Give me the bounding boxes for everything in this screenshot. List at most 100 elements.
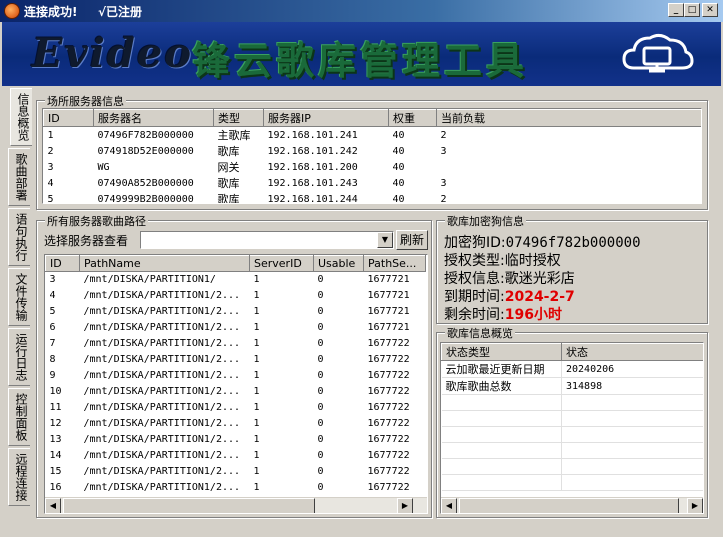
scroll-thumb[interactable] [63, 498, 315, 513]
column-header[interactable]: 类型 [213, 109, 264, 127]
scroll-right-icon[interactable]: ▶ [397, 498, 413, 513]
table-cell: 1 [253, 306, 260, 317]
path-row[interactable]: 6/mnt/DISKA/PARTITION1/2... 1 0 1677721 [46, 320, 426, 336]
auth-info-row: 授权信息:歌迷光彩店 [444, 268, 575, 288]
path-row[interactable]: 11/mnt/DISKA/PARTITION1/2... 1 0 1677722 [46, 400, 426, 416]
tab-run-log[interactable]: 运行日志 [8, 328, 30, 386]
table-cell: /mnt/DISKA/PARTITION1/2... [83, 306, 241, 317]
refresh-button[interactable]: 刷新 [396, 230, 428, 250]
table-cell: 1677722 [367, 354, 410, 365]
column-header[interactable]: PathSe... [363, 255, 426, 272]
table-cell: 40 [392, 177, 405, 189]
path-row[interactable]: 15/mnt/DISKA/PARTITION1/2... 1 0 1677722 [46, 464, 426, 480]
dongle-id-row: 加密狗ID:07496f782b000000 [444, 232, 641, 252]
column-header[interactable]: Usable [313, 255, 364, 272]
overview-table: 状态类型 状态 云加歌最近更新日期 20240206 歌库歌曲总数 314898 ◀ ▶ [440, 342, 704, 514]
server-row[interactable]: 4 07490A852B000000 歌库 192.168.101.243 40 3 [44, 175, 702, 191]
tab-sql-exec[interactable]: 语句执行 [8, 208, 30, 266]
servers-table-header: ID 服务器名 类型 服务器IP 权重 当前负载 [43, 109, 701, 127]
auth-type-value: 临时授权 [504, 253, 561, 269]
expire-label: 到期时间: [444, 289, 505, 305]
table-cell: /mnt/DISKA/PARTITION1/2... [83, 482, 241, 493]
column-header[interactable]: PathName [79, 255, 250, 272]
scroll-right-icon[interactable]: ▶ [687, 498, 703, 513]
auth-info-label: 授权信息: [444, 271, 505, 287]
table-cell: 192.168.101.243 [267, 177, 358, 189]
tab-info-overview[interactable]: 信息概览 [10, 88, 32, 146]
path-row[interactable]: 5/mnt/DISKA/PARTITION1/2... 1 0 1677721 [46, 304, 426, 320]
remain-value: 196小时 [504, 307, 562, 323]
tab-song-deploy[interactable]: 歌曲部署 [8, 148, 30, 206]
column-header[interactable]: 状态 [561, 343, 703, 361]
table-cell: 1677722 [367, 418, 410, 429]
path-row[interactable]: 13/mnt/DISKA/PARTITION1/2... 1 0 1677722 [46, 432, 426, 448]
path-row[interactable]: 14/mnt/DISKA/PARTITION1/2... 1 0 1677722 [46, 448, 426, 464]
window-title: 连接成功! [24, 5, 78, 19]
scroll-thumb[interactable] [459, 498, 679, 513]
table-cell: 5 [49, 306, 56, 317]
auth-type-row: 授权类型:临时授权 [444, 250, 561, 270]
minimize-button[interactable]: _ [668, 3, 684, 17]
table-cell: 1 [253, 434, 260, 445]
column-header[interactable]: 服务器IP [263, 109, 389, 127]
empty-cell [441, 426, 562, 443]
scroll-left-icon[interactable]: ◀ [441, 498, 457, 513]
empty-row [441, 426, 703, 443]
paths-horizontal-scrollbar[interactable]: ◀ ▶ [45, 497, 427, 513]
table-cell: 13 [49, 434, 62, 445]
path-row[interactable]: 10/mnt/DISKA/PARTITION1/2... 1 0 1677722 [46, 384, 426, 400]
table-cell: 0 [317, 402, 324, 413]
scroll-left-icon[interactable]: ◀ [45, 498, 61, 513]
table-cell: 4 [47, 177, 54, 189]
path-row[interactable]: 8/mnt/DISKA/PARTITION1/2... 1 0 1677722 [46, 352, 426, 368]
table-cell: 2 [440, 129, 447, 141]
empty-cell [561, 426, 703, 443]
overview-horizontal-scrollbar[interactable]: ◀ ▶ [441, 497, 703, 513]
column-header[interactable]: 服务器名 [93, 109, 214, 127]
path-row[interactable]: 4/mnt/DISKA/PARTITION1/2... 1 0 1677721 [46, 288, 426, 304]
table-cell: 0 [317, 466, 324, 477]
table-cell: 314898 [561, 377, 703, 395]
column-header[interactable]: ID [43, 109, 94, 127]
empty-cell [561, 410, 703, 427]
overview-row[interactable]: 歌库歌曲总数 314898 [441, 377, 703, 395]
table-cell: /mnt/DISKA/PARTITION1/2... [83, 290, 241, 301]
server-row[interactable]: 5 0749999B2B000000 歌库 192.168.101.244 40 2 [44, 191, 702, 204]
path-row[interactable]: 9/mnt/DISKA/PARTITION1/2... 1 0 1677722 [46, 368, 426, 384]
table-cell: 5 [47, 193, 54, 204]
table-cell: 主歌库 [217, 129, 251, 142]
dongle-group-title: 歌库加密狗信息 [445, 213, 526, 229]
server-row[interactable]: 3 WG 网关 192.168.101.200 40 [44, 159, 702, 175]
table-cell: 40 [392, 129, 405, 141]
path-row[interactable]: 3/mnt/DISKA/PARTITION1/1 0 1677721 [46, 272, 426, 288]
table-cell: 1 [253, 450, 260, 461]
table-cell: 2 [47, 145, 54, 157]
table-cell: 1677722 [367, 434, 410, 445]
maximize-button[interactable]: □ [684, 3, 700, 17]
remain-label: 剩余时间: [444, 307, 505, 323]
server-row[interactable]: 1 07496F782B000000 主歌库 192.168.101.241 40 2 [44, 127, 702, 144]
close-button[interactable]: ✕ [702, 3, 718, 17]
table-cell: 192.168.101.200 [267, 161, 358, 173]
overview-row[interactable]: 云加歌最近更新日期 20240206 [441, 360, 703, 378]
path-row[interactable]: 16/mnt/DISKA/PARTITION1/2... 1 0 1677722 [46, 480, 426, 496]
column-header[interactable]: 状态类型 [441, 343, 562, 361]
tab-remote-connect[interactable]: 远程连接 [8, 448, 30, 506]
table-cell: 1677722 [367, 386, 410, 397]
column-header[interactable]: 当前负载 [436, 109, 701, 127]
column-header[interactable]: ID [45, 255, 80, 272]
chevron-down-icon[interactable]: ▼ [377, 232, 393, 248]
table-cell: /mnt/DISKA/PARTITION1/2... [83, 338, 241, 349]
server-select[interactable]: ▼ [140, 231, 394, 249]
path-row[interactable]: 12/mnt/DISKA/PARTITION1/2... 1 0 1677722 [46, 416, 426, 432]
server-row[interactable]: 2 074918D52E000000 歌库 192.168.101.242 40 3 [44, 143, 702, 159]
tab-control-panel[interactable]: 控制面板 [8, 388, 30, 446]
table-cell: 0 [317, 418, 324, 429]
table-cell: 1677722 [367, 338, 410, 349]
table-cell: 12 [49, 418, 62, 429]
column-header[interactable]: ServerID [249, 255, 314, 272]
path-row[interactable]: 7/mnt/DISKA/PARTITION1/2... 1 0 1677722 [46, 336, 426, 352]
empty-row [441, 442, 703, 459]
column-header[interactable]: 权重 [388, 109, 437, 127]
tab-file-transfer[interactable]: 文件传输 [8, 268, 30, 326]
